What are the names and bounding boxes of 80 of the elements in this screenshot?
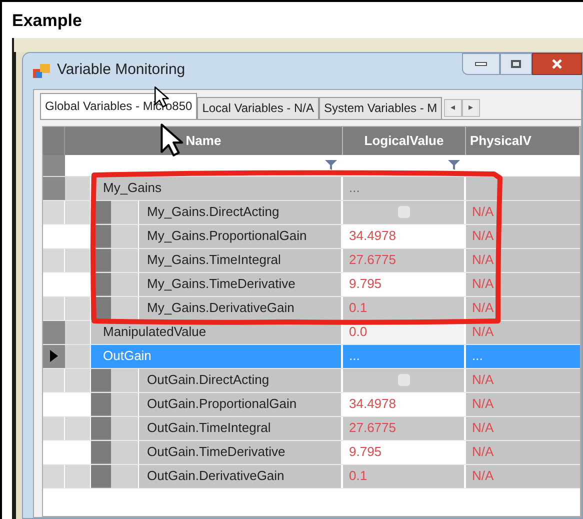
table-row[interactable]: My_Gains.TimeIntegral 27.6775 N/A xyxy=(43,248,580,272)
table-cell: OutGain.DirectActing xyxy=(139,368,343,392)
table-cell: N/A xyxy=(466,296,580,320)
maximize-button[interactable] xyxy=(500,52,532,74)
tab-scroll-button[interactable]: ◂ xyxy=(444,98,462,116)
table-cell: My_Gains.TimeDerivative xyxy=(139,272,343,296)
table-cell: OutGain.TimeIntegral xyxy=(139,416,343,440)
indent-block xyxy=(111,200,139,224)
table-cell: My_Gains.ProportionalGain xyxy=(139,224,343,248)
window-title: Variable Monitoring xyxy=(57,60,186,80)
table-cell: My_Gains.DerivativeGain xyxy=(139,296,343,320)
indent-block xyxy=(111,224,139,248)
table-cell-text: 0.1 xyxy=(349,467,368,486)
table-cell: N/A xyxy=(466,464,580,488)
indent-block xyxy=(111,416,139,440)
indent-block xyxy=(91,440,111,464)
table-cell-text: 27.6775 xyxy=(349,251,396,270)
table-row[interactable]: OutGain.TimeIntegral 27.6775 N/A xyxy=(43,416,580,440)
checkbox[interactable] xyxy=(396,205,410,219)
tab[interactable]: System Variables - M xyxy=(319,96,442,118)
table-cell-text: 34.4978 xyxy=(349,395,396,414)
indent-block xyxy=(111,392,139,416)
table-cell: OutGain.TimeDerivative xyxy=(139,440,343,464)
table-row[interactable]: OutGain.DirectActing N/A xyxy=(43,368,580,392)
table-cell: OutGain.DerivativeGain xyxy=(139,464,343,488)
row-header xyxy=(43,154,65,176)
indent-block xyxy=(91,416,111,440)
table-cell-text: 9.795 xyxy=(349,275,382,294)
table-cell: N/A xyxy=(466,440,580,464)
table-cell: N/A xyxy=(466,224,580,248)
table-cell: My_Gains.TimeIntegral xyxy=(139,248,343,272)
indent-block xyxy=(91,368,111,392)
table-cell: OutGain.ProportionalGain xyxy=(139,392,343,416)
table-cell: N/A xyxy=(466,320,580,344)
tab[interactable]: Global Variables - Micro850 xyxy=(40,92,198,118)
close-icon xyxy=(552,58,562,68)
table-cell: N/A xyxy=(466,272,580,296)
table-row[interactable]: OutGain.TimeDerivative 9.795 N/A xyxy=(43,440,580,464)
table-row[interactable]: My_Gains ... xyxy=(43,176,580,200)
table-cell-text: ... xyxy=(471,347,484,366)
app-icon xyxy=(33,62,51,78)
tree-column-cell xyxy=(65,320,91,344)
tab-scroll-button[interactable]: ▸ xyxy=(462,98,480,116)
table-cell-text: 0.1 xyxy=(349,299,368,318)
table-row[interactable]: My_Gains.ProportionalGain 34.4978 N/A xyxy=(43,224,580,248)
indent-block xyxy=(111,440,139,464)
indent-block xyxy=(111,464,139,488)
indent-block xyxy=(91,464,111,488)
tab[interactable]: Local Variables - N/A xyxy=(197,96,320,118)
indent-block xyxy=(111,248,139,272)
indent-block xyxy=(111,368,139,392)
indent-block xyxy=(111,296,139,320)
minimize-button[interactable] xyxy=(462,52,500,74)
section-heading: Example xyxy=(11,10,83,32)
table-cell: N/A xyxy=(466,416,580,440)
table-row[interactable]: OutGain.ProportionalGain 34.4978 N/A xyxy=(43,392,580,416)
filter-icon[interactable] xyxy=(325,160,337,170)
checkbox[interactable] xyxy=(396,373,410,387)
table-cell-text: 34.4978 xyxy=(349,227,396,246)
table-cell: My_Gains xyxy=(91,176,343,200)
table-cell-text: 27.6775 xyxy=(349,419,396,438)
tree-column-cell xyxy=(65,344,91,368)
table-cell: N/A xyxy=(466,200,580,224)
table-row[interactable]: My_Gains.DirectActing N/A xyxy=(43,200,580,224)
table-cell: N/A xyxy=(466,392,580,416)
table-row[interactable]: OutGain.DerivativeGain 0.1 N/A xyxy=(43,464,580,488)
table-cell-text: 9.795 xyxy=(349,443,382,462)
row-header xyxy=(43,176,65,200)
table-row[interactable]: My_Gains.DerivativeGain 0.1 N/A xyxy=(43,296,580,320)
table-cell: My_Gains.DirectActing xyxy=(139,200,343,224)
table-cell: N/A xyxy=(466,368,580,392)
row-header xyxy=(43,320,65,344)
close-button[interactable] xyxy=(532,52,582,74)
current-row-icon xyxy=(50,350,58,362)
indent-block xyxy=(111,272,139,296)
table-cell: ... xyxy=(343,176,466,200)
table-row[interactable]: My_Gains.TimeDerivative 9.795 N/A xyxy=(43,272,580,296)
indent-block xyxy=(91,392,111,416)
table-cell: N/A xyxy=(466,248,580,272)
filter-icon[interactable] xyxy=(448,160,460,170)
